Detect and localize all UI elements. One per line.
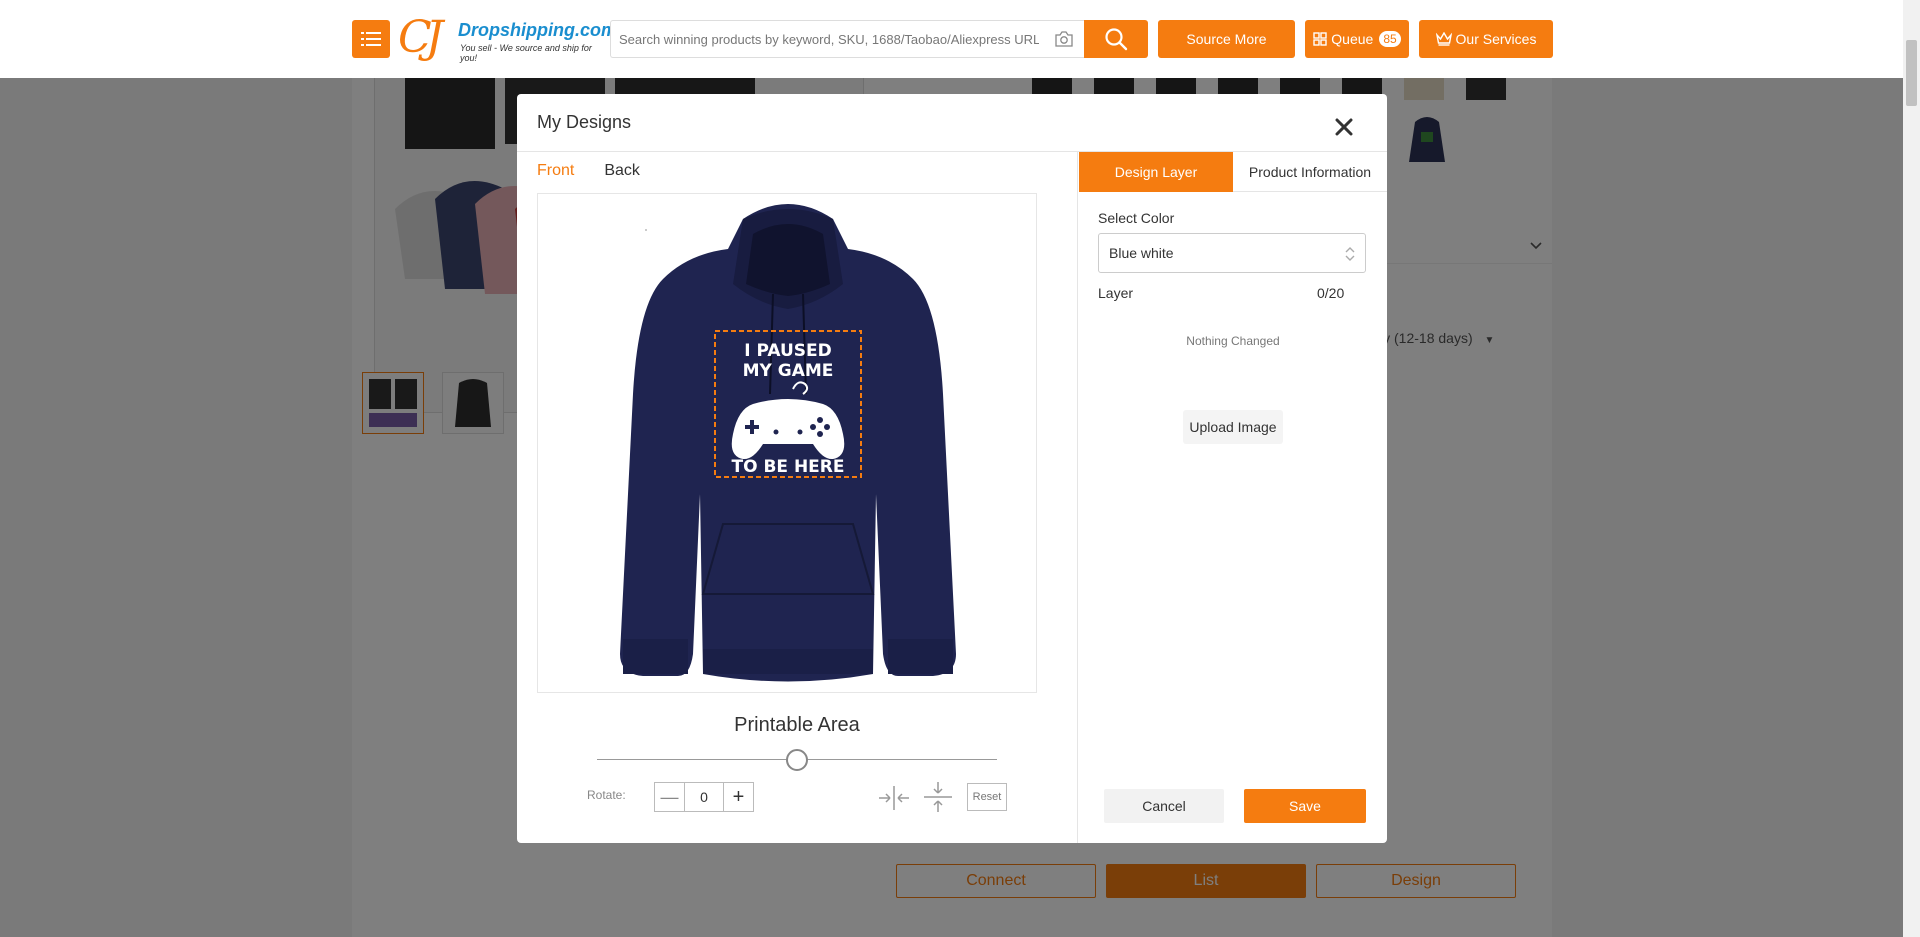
side-tabs: Front Back	[537, 162, 640, 180]
source-more-label: Source More	[1186, 31, 1267, 47]
design-canvas[interactable]: I PAUSED MY GAME TO BE HERE	[537, 193, 1037, 693]
upload-image-button[interactable]: Upload Image	[1183, 410, 1283, 444]
cancel-button[interactable]: Cancel	[1104, 789, 1224, 823]
dialog-title: My Designs	[537, 112, 632, 132]
scrollbar-thumb[interactable]	[1906, 40, 1917, 106]
source-more-button[interactable]: Source More	[1158, 20, 1295, 58]
layer-count: 0/20	[1317, 285, 1345, 301]
rotate-increment-button[interactable]: +	[723, 783, 753, 811]
rotate-label: Rotate:	[587, 788, 626, 802]
search-icon	[1105, 28, 1128, 51]
rotate-stepper: — 0 +	[654, 782, 754, 812]
crown-icon	[1435, 32, 1452, 46]
align-horizontal-center-icon[interactable]	[877, 784, 911, 812]
empty-state-text: Nothing Changed	[1186, 334, 1280, 348]
tab-front[interactable]: Front	[537, 162, 574, 180]
my-designs-dialog: My Designs Front Back I PAUSED MY GAME T…	[517, 94, 1387, 843]
site-logo[interactable]: CJ Dropshipping.com You sell - We source…	[398, 12, 617, 63]
list-icon	[361, 32, 381, 46]
queue-label: Queue	[1331, 31, 1374, 47]
select-color-label: Select Color	[1098, 210, 1175, 226]
design-text-line2: MY GAME	[743, 361, 834, 381]
panel-divider	[1077, 151, 1078, 843]
page-scrollbar[interactable]	[1903, 0, 1920, 937]
slider-handle[interactable]	[786, 749, 808, 771]
our-services-label: Our Services	[1455, 31, 1537, 47]
search-button[interactable]	[1084, 20, 1148, 58]
reset-button[interactable]: Reset	[967, 783, 1007, 811]
menu-button[interactable]	[352, 20, 390, 58]
layer-label: Layer	[1098, 285, 1134, 301]
printable-area-label: Printable Area	[734, 714, 860, 736]
top-header: CJ Dropshipping.com You sell - We source…	[0, 0, 1903, 78]
rotate-value[interactable]: 0	[685, 783, 723, 811]
our-services-button[interactable]: Our Services	[1419, 20, 1553, 58]
logo-mark: CJ	[398, 12, 443, 63]
tab-design-layer[interactable]: Design Layer	[1079, 152, 1233, 192]
search-box	[610, 20, 1084, 58]
camera-icon[interactable]	[1054, 30, 1074, 48]
queue-button[interactable]: Queue 85	[1305, 20, 1409, 58]
design-text-line3: TO BE HERE	[732, 457, 845, 477]
rotate-decrement-button[interactable]: —	[655, 783, 685, 811]
tab-back[interactable]: Back	[604, 162, 640, 180]
selected-color: Blue white	[1109, 245, 1174, 261]
tab-product-information[interactable]: Product Information	[1233, 152, 1387, 192]
search-input[interactable]	[619, 21, 1039, 57]
logo-tagline: You sell - We source and ship for you!	[460, 43, 592, 63]
queue-icon	[1313, 32, 1327, 46]
save-button[interactable]: Save	[1244, 789, 1366, 823]
align-vertical-center-icon[interactable]	[922, 780, 954, 814]
logo-brand: Dropshipping.com	[458, 20, 617, 40]
queue-count-badge: 85	[1379, 31, 1401, 47]
color-select[interactable]: Blue white	[1098, 233, 1366, 273]
panel-tabs: Design Layer Product Information	[1079, 152, 1387, 192]
design-text-line1: I PAUSED	[744, 341, 832, 361]
select-arrows-icon	[1345, 247, 1355, 261]
hoodie-preview: I PAUSED MY GAME TO BE HERE	[620, 204, 956, 682]
close-icon[interactable]	[1331, 114, 1357, 140]
